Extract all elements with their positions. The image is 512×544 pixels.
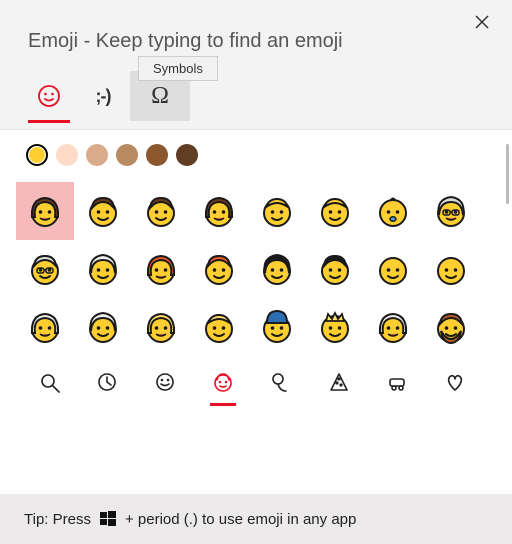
search-icon (38, 371, 60, 393)
emoji-girl[interactable] (190, 182, 248, 240)
category-transport[interactable] (368, 362, 426, 402)
dark-hair-man-icon (317, 251, 353, 287)
food-icon (328, 371, 350, 393)
skin-tone-2[interactable] (86, 144, 108, 166)
smileys-icon (154, 371, 176, 393)
emoji-royal[interactable] (306, 298, 364, 356)
category-celebration[interactable] (252, 362, 310, 402)
emoji-dark-hair-man[interactable] (306, 240, 364, 298)
emoji-person[interactable] (248, 182, 306, 240)
bald-man-icon (433, 251, 469, 287)
scrollbar-thumb[interactable] (506, 144, 509, 204)
input-mode-tabs: ;-) Ω (0, 53, 512, 121)
omega-icon: Ω (151, 83, 169, 110)
emoji-woman-veil[interactable] (364, 298, 422, 356)
skin-tone-4[interactable] (146, 144, 168, 166)
girl-icon (201, 193, 237, 229)
kaomoji-label: ;-) (96, 86, 111, 107)
emoji-bald-person[interactable] (364, 240, 422, 298)
emoji-man[interactable] (74, 182, 132, 240)
bald-person-icon (375, 251, 411, 287)
tab-kaomoji[interactable]: ;-) (76, 71, 130, 121)
close-icon (475, 15, 489, 29)
dark-hair-woman-icon (259, 251, 295, 287)
emoji-blond-woman[interactable] (132, 298, 190, 356)
emoji-picker-panel: Emoji - Keep typing to find an emoji Sym… (0, 0, 512, 544)
red-hair-man-icon (201, 251, 237, 287)
category-smileys[interactable] (136, 362, 194, 402)
emoji-dark-hair-woman[interactable] (248, 240, 306, 298)
transport-icon (386, 371, 408, 393)
skin-tone-3[interactable] (116, 144, 138, 166)
category-recent[interactable] (78, 362, 136, 402)
older-woman-icon (433, 193, 469, 229)
woman-icon (27, 193, 63, 229)
celebration-icon (270, 371, 292, 393)
emoji-boy[interactable] (132, 182, 190, 240)
emoji-guard[interactable] (248, 298, 306, 356)
emoji-blond-person[interactable] (190, 298, 248, 356)
category-search[interactable] (20, 362, 78, 402)
category-food[interactable] (310, 362, 368, 402)
emoji-bearded-person[interactable] (422, 298, 480, 356)
skin-tone-row (0, 130, 512, 172)
tip-suffix: + period (.) to use emoji in any app (125, 511, 356, 528)
close-button[interactable] (470, 10, 494, 34)
blond-person-icon (201, 309, 237, 345)
windows-key-icon (99, 510, 117, 528)
symbols-tooltip: Symbols (138, 56, 218, 81)
tip-bar: Tip: Press + period (.) to use emoji in … (0, 494, 512, 544)
smiley-icon (37, 84, 61, 108)
man-icon (85, 193, 121, 229)
baby-icon (375, 193, 411, 229)
skin-tone-0[interactable] (26, 144, 48, 166)
emoji-content (0, 129, 512, 494)
emoji-white-hair-person[interactable] (74, 240, 132, 298)
emoji-baby[interactable] (364, 182, 422, 240)
skin-tone-5[interactable] (176, 144, 198, 166)
emoji-older-man[interactable] (16, 240, 74, 298)
person-icon (259, 193, 295, 229)
older-man-icon (27, 251, 63, 287)
white-hair-person-icon (85, 251, 121, 287)
category-bar (0, 356, 512, 410)
bearded-person-icon (433, 309, 469, 345)
recent-icon (96, 371, 118, 393)
emoji-white-hair-woman[interactable] (16, 298, 74, 356)
emoji-red-hair-woman[interactable] (132, 240, 190, 298)
panel-title: Emoji - Keep typing to find an emoji (0, 0, 512, 53)
emoji-bald-man[interactable] (422, 240, 480, 298)
royal-icon (317, 309, 353, 345)
boy-icon (143, 193, 179, 229)
emoji-older-woman[interactable] (422, 182, 480, 240)
white-hair-woman-icon (27, 309, 63, 345)
category-hearts[interactable] (426, 362, 484, 402)
blond-woman-icon (143, 309, 179, 345)
tip-prefix: Tip: Press (24, 511, 91, 528)
child-icon (317, 193, 353, 229)
category-people[interactable] (194, 362, 252, 402)
people-icon (212, 371, 234, 393)
tab-emoji[interactable] (22, 71, 76, 121)
emoji-white-hair-person2[interactable] (74, 298, 132, 356)
white-hair-person2-icon (85, 309, 121, 345)
guard-icon (259, 309, 295, 345)
emoji-grid (0, 172, 512, 356)
hearts-icon (444, 371, 466, 393)
emoji-child[interactable] (306, 182, 364, 240)
emoji-woman[interactable] (16, 182, 74, 240)
emoji-red-hair-man[interactable] (190, 240, 248, 298)
skin-tone-1[interactable] (56, 144, 78, 166)
woman-veil-icon (375, 309, 411, 345)
red-hair-woman-icon (143, 251, 179, 287)
